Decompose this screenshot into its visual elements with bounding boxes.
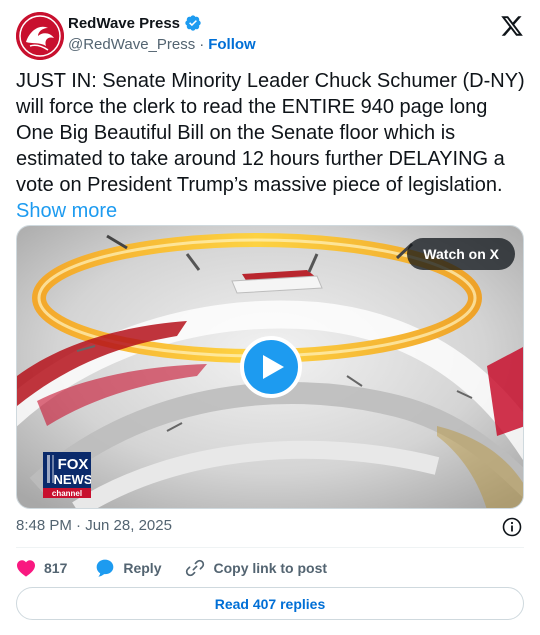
divider — [16, 547, 524, 548]
play-button[interactable] — [240, 336, 302, 398]
copy-link-label: Copy link to post — [213, 560, 328, 576]
red-wave-logo-icon — [16, 12, 64, 60]
fox-news-logo: FOX NEWS channel — [43, 452, 93, 498]
like-count: 817 — [44, 560, 68, 576]
read-replies-button[interactable]: Read 407 replies — [16, 587, 524, 620]
link-icon — [186, 559, 205, 577]
fox-logo-line1: FOX — [58, 456, 89, 473]
play-icon — [263, 355, 284, 379]
follow-button[interactable]: Follow — [208, 36, 256, 53]
copy-link-button[interactable]: Copy link to post — [185, 558, 327, 578]
reply-bubble-icon — [97, 559, 114, 577]
x-logo-icon[interactable] — [500, 14, 524, 38]
video-player[interactable]: Watch on X FOX NEWS channel — [16, 225, 524, 509]
watch-on-x-button[interactable]: Watch on X — [407, 238, 515, 270]
author-handle[interactable]: @RedWave_Press — [68, 36, 195, 53]
author-avatar[interactable] — [16, 12, 64, 60]
reply-button[interactable]: Reply — [95, 558, 161, 578]
author-name-row: RedWave Press — [68, 14, 202, 32]
tweet-body: JUST IN: Senate Minority Leader Chuck Sc… — [16, 70, 525, 196]
like-button[interactable]: 817 — [16, 559, 67, 577]
author-display-name[interactable]: RedWave Press — [68, 15, 180, 32]
tweet-text: JUST IN: Senate Minority Leader Chuck Sc… — [16, 68, 526, 224]
separator-dot: · — [199, 36, 205, 53]
post-timestamp[interactable]: 8:48 PM · Jun 28, 2025 — [16, 517, 172, 534]
show-more-link[interactable]: Show more — [16, 200, 117, 222]
info-icon[interactable] — [502, 517, 522, 537]
heart-icon — [17, 560, 35, 577]
tweet-card: RedWave Press @RedWave_Press · Follow JUST… — [0, 0, 540, 635]
verified-badge-icon — [184, 14, 202, 32]
action-bar: 817 Reply Copy link to post — [16, 556, 327, 580]
fox-logo-line2: NEWS — [54, 472, 92, 487]
author-handle-row: @RedWave_Press · Follow — [68, 36, 256, 53]
fox-logo-line3: channel — [52, 489, 82, 498]
reply-label: Reply — [123, 560, 162, 576]
